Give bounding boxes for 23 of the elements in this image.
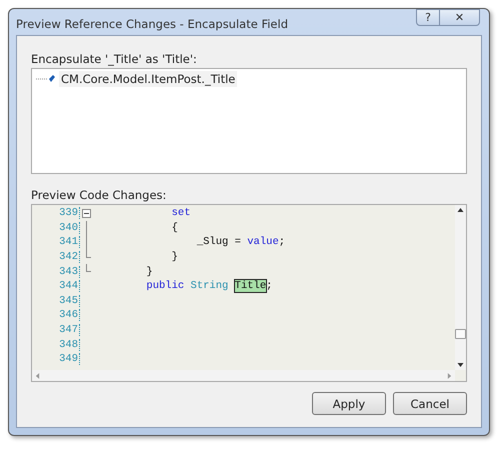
vertical-scrollbar[interactable] (455, 205, 466, 370)
field-icon (36, 74, 56, 84)
scroll-down-icon[interactable] (457, 363, 464, 367)
collapse-icon[interactable] (82, 209, 91, 218)
tree-item[interactable]: CM.Core.Model.ItemPost._Title (59, 71, 238, 87)
code-line: } (145, 266, 153, 278)
horizontal-scrollbar[interactable] (32, 370, 455, 381)
field-label: Encapsulate '_Title' as 'Title': (31, 52, 198, 66)
field-label: Preview Code Changes: (31, 188, 168, 202)
code-line: } (170, 251, 178, 264)
scrollbar-thumb[interactable] (455, 329, 466, 339)
scroll-up-icon[interactable] (457, 208, 464, 212)
code-line: { (170, 222, 178, 234)
code-line: _Slug = value; (196, 236, 286, 248)
code-line: public String Title; (145, 280, 272, 292)
close-button[interactable]: ✕ (440, 9, 480, 26)
scroll-left-icon[interactable] (35, 372, 40, 380)
code-line: set (170, 207, 191, 220)
apply-button[interactable]: Apply (312, 392, 386, 415)
cancel-button[interactable]: Cancel (393, 392, 467, 415)
window-title: Preview Reference Changes - Encapsulate Field (16, 17, 288, 31)
scroll-right-icon[interactable] (447, 372, 452, 380)
help-button[interactable]: ? (416, 9, 440, 26)
